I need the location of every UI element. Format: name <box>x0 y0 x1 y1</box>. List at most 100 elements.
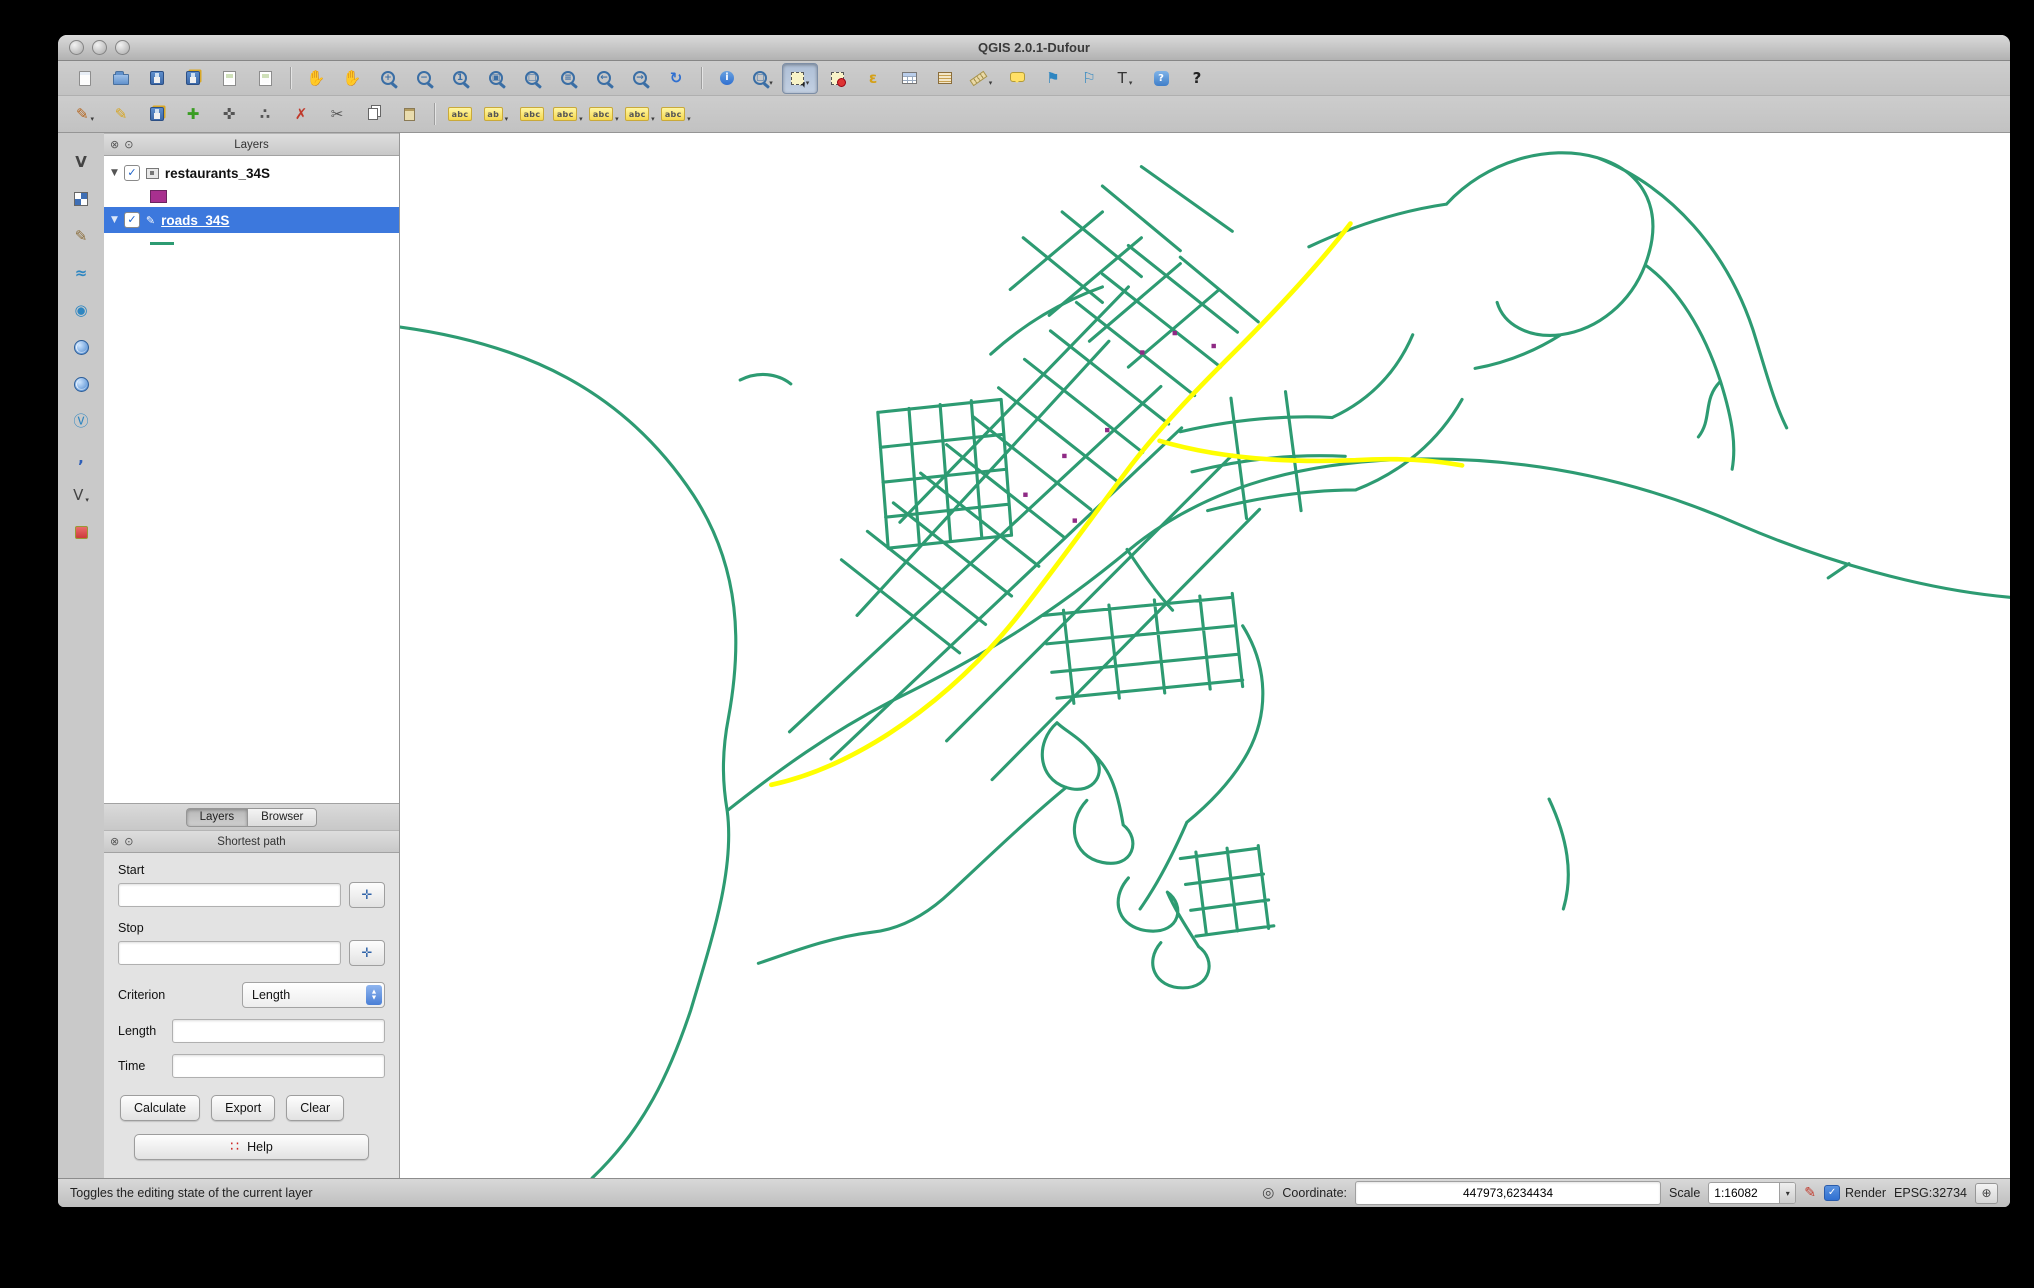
add-spatialite-layer-button[interactable]: ≈ <box>65 258 97 288</box>
current-edits-button[interactable]: ✎ ▾ <box>68 100 102 129</box>
add-oracle-layer-button[interactable]: V ▾ <box>65 480 97 510</box>
label-properties-button[interactable]: ab ▾ <box>479 100 513 129</box>
save-layer-edits-button[interactable] <box>140 100 174 129</box>
expand-arrow-icon[interactable]: ▼ <box>111 215 118 225</box>
field-calculator-button[interactable] <box>928 64 962 93</box>
new-map-view-button[interactable] <box>65 517 97 547</box>
add-feature-button[interactable]: ✚ <box>176 100 210 129</box>
stop-input[interactable] <box>118 941 341 965</box>
add-mssql-layer-button[interactable]: ◉ <box>65 295 97 325</box>
text-annotation-button[interactable]: T ▾ <box>1108 64 1142 93</box>
node-tool-button[interactable]: ∴ <box>248 100 282 129</box>
capture-stop-button[interactable]: ✛ <box>349 940 385 966</box>
toggle-editing-button[interactable]: ✎ <box>104 100 138 129</box>
add-delimited-text-layer-button[interactable]: , <box>65 443 97 473</box>
measure-button[interactable]: ▾ <box>964 64 998 93</box>
layer-type-icon <box>145 167 159 179</box>
mouse-position-icon[interactable]: ◎ <box>1262 1186 1274 1200</box>
labeling-button[interactable]: abc <box>443 100 477 129</box>
zoom-native-button[interactable] <box>443 64 477 93</box>
show-bookmarks-button[interactable]: ⚐ <box>1072 64 1106 93</box>
zoom-to-selected-button[interactable]: ▾ <box>746 64 780 93</box>
zoom-last-button[interactable] <box>587 64 621 93</box>
layer-visibility-checkbox[interactable]: ✓ <box>123 165 140 181</box>
move-feature-button[interactable]: ✜ <box>212 100 246 129</box>
deselect-features-button[interactable] <box>820 64 854 93</box>
save-project-as-button[interactable] <box>176 64 210 93</box>
label-pin-button[interactable]: abc <box>515 100 549 129</box>
label-rotate-button[interactable]: abc ▾ <box>623 100 657 129</box>
criterion-select[interactable]: Length ▲ ▼ <box>242 982 385 1008</box>
dock-panels: ⊗ ⊙ Layers ▼ ✓ restaurants_34S ▼ ✓ ✎ roads_34S… <box>104 133 400 1178</box>
open-attribute-table-button[interactable] <box>892 64 926 93</box>
add-wms-layer-button[interactable] <box>65 369 97 399</box>
select-features-button[interactable]: ▾ <box>782 62 818 94</box>
panel-close-icon[interactable]: ⊗ <box>110 836 119 847</box>
whats-this-button[interactable]: ? <box>1180 64 1214 93</box>
zoom-out-button[interactable] <box>407 64 441 93</box>
length-input[interactable] <box>172 1019 385 1043</box>
label-change-button[interactable]: abc ▾ <box>659 100 693 129</box>
zoom-to-selection-button[interactable] <box>515 64 549 93</box>
export-button[interactable]: Export <box>211 1095 276 1121</box>
add-postgis-layer-button[interactable] <box>65 332 97 362</box>
scale-dropdown-icon[interactable]: ▾ <box>1779 1183 1796 1203</box>
magnifier-full-icon <box>489 71 503 85</box>
capture-start-button[interactable]: ✛ <box>349 882 385 908</box>
map-tips-button[interactable] <box>1000 64 1034 93</box>
open-project-button[interactable] <box>104 64 138 93</box>
layer-visibility-checkbox[interactable]: ✓ <box>123 212 140 228</box>
label-move-button[interactable]: abc ▾ <box>587 100 621 129</box>
zoom-next-button[interactable] <box>623 64 657 93</box>
log-messages-button[interactable]: ⊕ <box>1975 1182 1998 1204</box>
copy-features-button[interactable] <box>356 100 390 129</box>
zoom-to-layer-button[interactable] <box>551 64 585 93</box>
add-wfs-layer-button[interactable]: Ⓥ <box>65 406 97 436</box>
titlebar[interactable]: QGIS 2.0.1-Dufour <box>58 35 2010 61</box>
zoom-full-button[interactable] <box>479 64 513 93</box>
new-project-button[interactable] <box>68 64 102 93</box>
pan-to-selection-button[interactable]: ✋ <box>335 64 369 93</box>
clear-button[interactable]: Clear <box>286 1095 345 1121</box>
panel-close-icon[interactable]: ⊗ <box>110 139 119 150</box>
new-bookmark-button[interactable]: ⚑ <box>1036 64 1070 93</box>
tab-browser[interactable]: Browser <box>247 807 318 827</box>
pan-map-button[interactable]: ✋ <box>299 64 333 93</box>
select-by-expression-button[interactable]: ε <box>856 64 890 93</box>
pen-icon[interactable]: ✎ <box>1804 1186 1816 1200</box>
scale-combo[interactable]: ▾ <box>1708 1182 1797 1204</box>
paste-features-button[interactable] <box>392 100 426 129</box>
help-contents-button[interactable]: ? <box>1144 64 1178 93</box>
add-vector-layer-button[interactable]: V <box>65 147 97 177</box>
panel-float-icon[interactable]: ⊙ <box>124 836 133 847</box>
map-canvas[interactable] <box>400 133 2010 1178</box>
layer-item-restaurants_34S[interactable]: ▼ ✓ restaurants_34S <box>104 160 399 186</box>
start-input[interactable] <box>118 883 341 907</box>
tab-layers[interactable]: Layers <box>185 807 248 827</box>
cut-features-button[interactable]: ✂ <box>320 100 354 129</box>
render-checkbox[interactable]: ✓ Render <box>1824 1185 1886 1201</box>
time-input[interactable] <box>172 1054 385 1078</box>
layer-item-roads_34S[interactable]: ▼ ✓ ✎ roads_34S <box>104 207 399 233</box>
calculate-button[interactable]: Calculate <box>120 1095 201 1121</box>
scale-label: Scale <box>1669 1186 1701 1200</box>
scale-input[interactable] <box>1709 1183 1780 1203</box>
new-shapefile-layer-button[interactable]: ✎ <box>65 221 97 251</box>
refresh-map-button[interactable]: ↻ <box>659 64 693 93</box>
panel-float-icon[interactable]: ⊙ <box>124 139 133 150</box>
crs-status-button[interactable]: EPSG:32734 <box>1894 1186 1967 1200</box>
coordinate-input[interactable] <box>1355 1181 1662 1205</box>
identify-features-button[interactable]: i <box>710 64 744 93</box>
new-print-composer-button[interactable] <box>212 64 246 93</box>
floppy-disk-pencil-icon <box>150 107 164 121</box>
zoom-in-button[interactable] <box>371 64 405 93</box>
add-raster-layer-button[interactable] <box>65 184 97 214</box>
composer-manager-button[interactable] <box>248 64 282 93</box>
label-show-hide-button[interactable]: abc ▾ <box>551 100 585 129</box>
save-project-button[interactable] <box>140 64 174 93</box>
label-abc-icon: abc <box>553 107 578 121</box>
help-button[interactable]: ∷ Help <box>134 1134 369 1160</box>
delete-selected-button[interactable]: ✗ <box>284 100 318 129</box>
main-area: V ✎ ≈ ◉ Ⓥ, V ▾ ⊗ ⊙ Layers ▼ ✓ restaurants_34S ▼ ✓ ✎… <box>58 133 2010 1178</box>
expand-arrow-icon[interactable]: ▼ <box>111 168 118 178</box>
